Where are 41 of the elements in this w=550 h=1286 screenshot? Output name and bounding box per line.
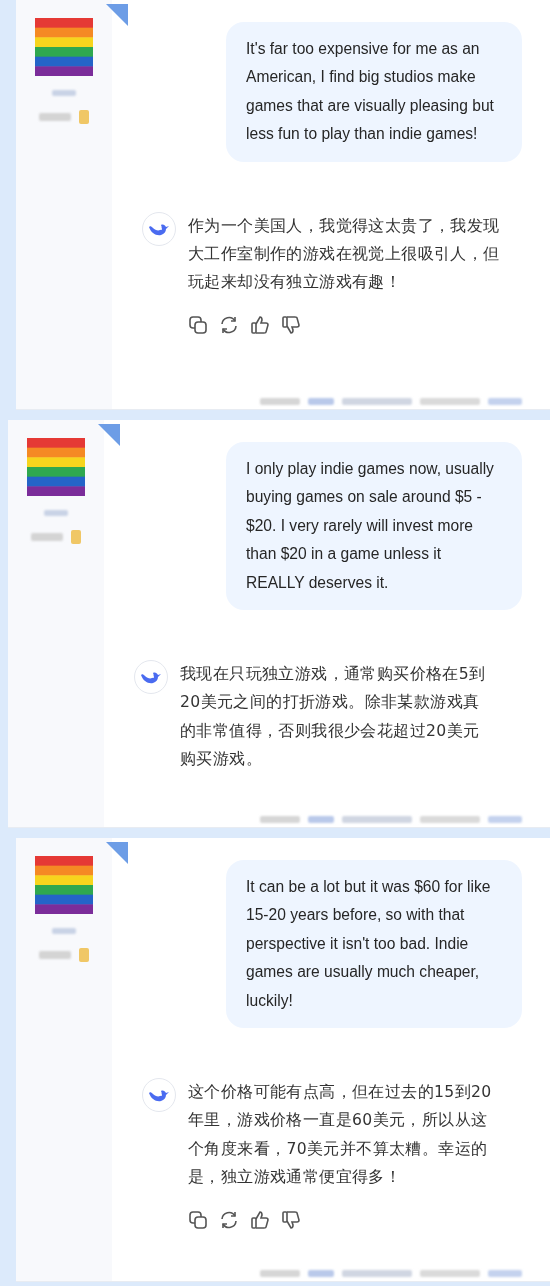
user-message: I only play indie games now, usually buying games on sale around $5 - $20. I very rarely will invest more than $20 in a game unless it REALLY deserves it.: [226, 442, 522, 611]
blurred-name: [44, 510, 68, 516]
thumbs-down-icon[interactable]: [281, 314, 301, 335]
blurred-meta: [420, 1270, 480, 1277]
blurred-name: [52, 90, 76, 96]
assistant-reply: 这个价格可能有点高，但在过去的15到20年里，游戏价格一直是60美元，所以从这个角度来看，70美元并不算太糟。幸运的是，独立游戏通常便宜得多！: [188, 1082, 493, 1189]
medal-icon: [71, 530, 81, 544]
blurred-rank: [31, 533, 63, 541]
blurred-meta: [260, 816, 300, 823]
blurred-meta: [420, 398, 480, 405]
corner-ribbon-icon: [106, 4, 128, 26]
blurred-meta: [342, 816, 412, 823]
blurred-meta: [488, 398, 522, 405]
blurred-meta: [308, 1270, 334, 1277]
blurred-meta: [308, 398, 334, 405]
user-message: It can be a lot but it was $60 for like 15-20 years before, so with that perspective it isn't too bad. Indie games are usually much cheaper, luckily!: [226, 860, 522, 1029]
blurred-meta: [342, 1270, 412, 1277]
blurred-meta: [308, 816, 334, 823]
corner-ribbon-icon: [106, 842, 128, 864]
blurred-rank: [39, 113, 71, 121]
assistant-reply: 我现在只玩独立游戏，通常购买价格在5到20美元之间的打折游戏。除非某款游戏真的非常值得，否则我很少会花超过20美元购买游戏。: [180, 664, 487, 771]
blurred-meta: [260, 1270, 300, 1277]
refresh-icon[interactable]: [219, 314, 239, 335]
corner-ribbon-icon: [98, 424, 120, 446]
blurred-name: [52, 928, 76, 934]
refresh-icon[interactable]: [219, 1209, 239, 1230]
blurred-meta: [488, 1270, 522, 1277]
medal-icon: [79, 948, 89, 962]
thumbs-up-icon[interactable]: [250, 314, 270, 335]
blurred-meta: [420, 816, 480, 823]
user-message: It's far too expensive for me as an American, I find big studios make games that are visually pleasing but less fun to play than indie games!: [226, 22, 522, 162]
medal-icon: [79, 110, 89, 124]
copy-icon[interactable]: [188, 1209, 208, 1230]
copy-icon[interactable]: [188, 314, 208, 335]
thumbs-up-icon[interactable]: [250, 1209, 270, 1230]
assistant-reply: 作为一个美国人，我觉得这太贵了，我发现大工作室制作的游戏在视觉上很吸引人，但玩起来却没有独立游戏有趣！: [188, 215, 501, 294]
blurred-meta: [260, 398, 300, 405]
blurred-meta: [488, 816, 522, 823]
blurred-meta: [342, 398, 412, 405]
blurred-rank: [39, 951, 71, 959]
thumbs-down-icon[interactable]: [281, 1209, 301, 1230]
